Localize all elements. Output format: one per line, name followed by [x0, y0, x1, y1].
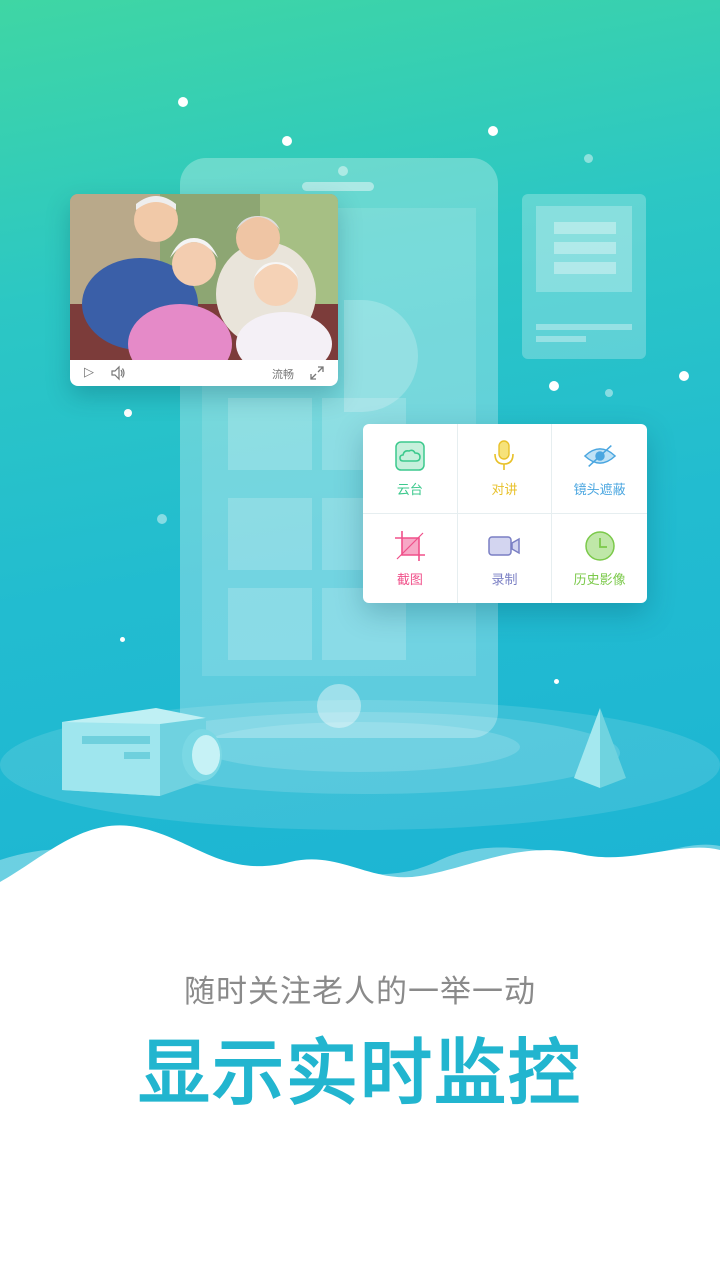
sparkle-dot — [120, 637, 125, 642]
sparkle-dot — [282, 136, 292, 146]
function-ptz[interactable]: 云台 — [363, 424, 458, 514]
video-camera-icon — [487, 529, 521, 563]
crop-icon — [393, 529, 427, 563]
quality-selector[interactable]: 流畅 — [272, 366, 294, 382]
function-label: 历史影像 — [573, 572, 626, 588]
function-label: 截图 — [396, 572, 423, 588]
sparkle-dot — [157, 514, 167, 524]
ptz-cloud-icon — [393, 439, 427, 473]
fullscreen-icon[interactable] — [310, 366, 324, 380]
video-preview-card[interactable]: ▷ 流畅 — [70, 194, 338, 386]
video-control-bar: ▷ 流畅 — [70, 360, 338, 386]
function-label: 镜头遮蔽 — [573, 482, 626, 498]
function-label: 云台 — [396, 482, 423, 498]
eye-hidden-icon — [583, 439, 617, 473]
sparkle-dot — [605, 389, 613, 397]
function-record[interactable]: 录制 — [458, 513, 553, 603]
sparkle-dot — [178, 97, 188, 107]
subtitle-text: 随时关注老人的一举一动 — [184, 974, 536, 1010]
microphone-icon — [487, 439, 521, 473]
live-video-image[interactable] — [70, 194, 338, 360]
sparkle-dot — [584, 154, 593, 163]
function-intercom[interactable]: 对讲 — [457, 424, 553, 514]
function-lens-mask[interactable]: 镜头遮蔽 — [552, 424, 647, 514]
clock-icon — [583, 529, 617, 563]
sparkle-dot — [679, 371, 689, 381]
function-screenshot[interactable]: 截图 — [363, 513, 458, 603]
wave-divider — [0, 825, 720, 900]
sparkle-dot — [554, 679, 559, 684]
sparkle-dot — [549, 381, 559, 391]
function-panel: 云台 对讲 镜头遮蔽 截图 录制 历史影像 — [363, 424, 647, 603]
volume-icon[interactable] — [110, 365, 126, 381]
page-title: 显示实时监控 — [137, 1031, 582, 1115]
play-icon[interactable]: ▷ — [84, 365, 94, 380]
background-card-illustration — [522, 194, 646, 359]
hero-illustration: ▷ 流畅 云台 对讲 镜头遮蔽 截图 录制 历史影像 — [0, 0, 720, 900]
function-label: 对讲 — [491, 482, 518, 498]
sparkle-dot — [488, 126, 498, 136]
function-label: 录制 — [491, 572, 518, 588]
sparkle-dot — [124, 409, 132, 417]
camera-illustration — [62, 708, 222, 796]
function-history[interactable]: 历史影像 — [552, 514, 647, 604]
pyramid-illustration — [574, 708, 626, 788]
